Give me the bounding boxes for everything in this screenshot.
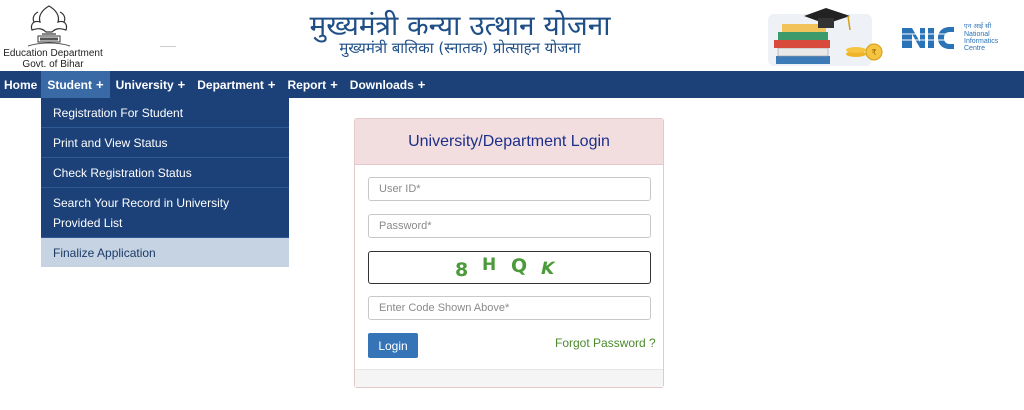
nav-student-label: Student — [47, 77, 93, 92]
nav-downloads-label: Downloads — [349, 77, 414, 92]
captcha-code-input[interactable] — [368, 296, 651, 320]
menu-item-registration[interactable]: Registration For Student — [41, 98, 289, 128]
password-input[interactable] — [368, 214, 651, 238]
login-title: University/Department Login — [355, 119, 663, 165]
plus-icon: + — [267, 77, 276, 92]
panel-footer — [355, 369, 663, 387]
nav-department[interactable]: Department + — [191, 71, 281, 98]
captcha-char: 8 — [455, 259, 469, 281]
captcha-char: Q — [511, 255, 528, 277]
nav-university-label: University — [115, 77, 174, 92]
userid-input[interactable] — [368, 177, 651, 201]
captcha-image: 8 H Q K — [368, 251, 651, 284]
nic-logo-icon: एन आई सी National Informatics Centre — [902, 22, 1018, 52]
nic-hindi: एन आई सी — [964, 22, 992, 30]
dept-line2: Govt. of Bihar — [22, 59, 84, 70]
ashoka-emblem-icon — [27, 5, 71, 47]
menu-item-print-view-status[interactable]: Print and View Status — [41, 128, 289, 158]
dept-line1: Education Department — [3, 48, 103, 59]
menu-item-search-record[interactable]: Search Your Record in University Provide… — [41, 188, 289, 238]
nic-line2: Informatics — [964, 38, 999, 45]
plus-icon: + — [177, 77, 186, 92]
login-panel: University/Department Login 8 H Q K Logi… — [354, 118, 664, 388]
site-header: Education Department Govt. of Bihar मुख्… — [0, 0, 1024, 72]
plus-icon: + — [417, 77, 426, 92]
nav-home[interactable]: Home — [0, 71, 41, 98]
forgot-password-link[interactable]: Forgot Password ? — [555, 336, 656, 350]
books-graduation-icon: ₹ — [768, 8, 883, 66]
menu-item-finalize-application[interactable]: Finalize Application — [41, 238, 289, 267]
nav-university[interactable]: University + — [110, 71, 192, 98]
captcha-char: H — [482, 255, 497, 275]
student-dropdown-menu: Registration For Student Print and View … — [41, 98, 289, 267]
nav-department-label: Department — [197, 77, 264, 92]
menu-item-check-status[interactable]: Check Registration Status — [41, 158, 289, 188]
nav-student[interactable]: Student + — [41, 71, 110, 98]
department-label: Education Department Govt. of Bihar — [0, 48, 106, 70]
scheme-subtitle: मुख्यमंत्री बालिका (स्नातक) प्रोत्साहन य… — [339, 39, 581, 57]
svg-text:₹: ₹ — [871, 48, 876, 57]
nic-line1: National — [964, 31, 990, 38]
captcha-char: K — [538, 259, 557, 279]
nav-report[interactable]: Report + — [282, 71, 344, 98]
login-button[interactable]: Login — [368, 333, 418, 358]
nav-downloads[interactable]: Downloads + — [344, 71, 432, 98]
nav-home-label: Home — [4, 77, 38, 92]
plus-icon: + — [96, 77, 104, 92]
nic-line3: Centre — [964, 45, 985, 52]
main-nav: Home Student + University + Department +… — [0, 71, 1024, 98]
nav-report-label: Report — [287, 77, 327, 92]
divider — [160, 46, 176, 47]
plus-icon: + — [330, 77, 338, 92]
